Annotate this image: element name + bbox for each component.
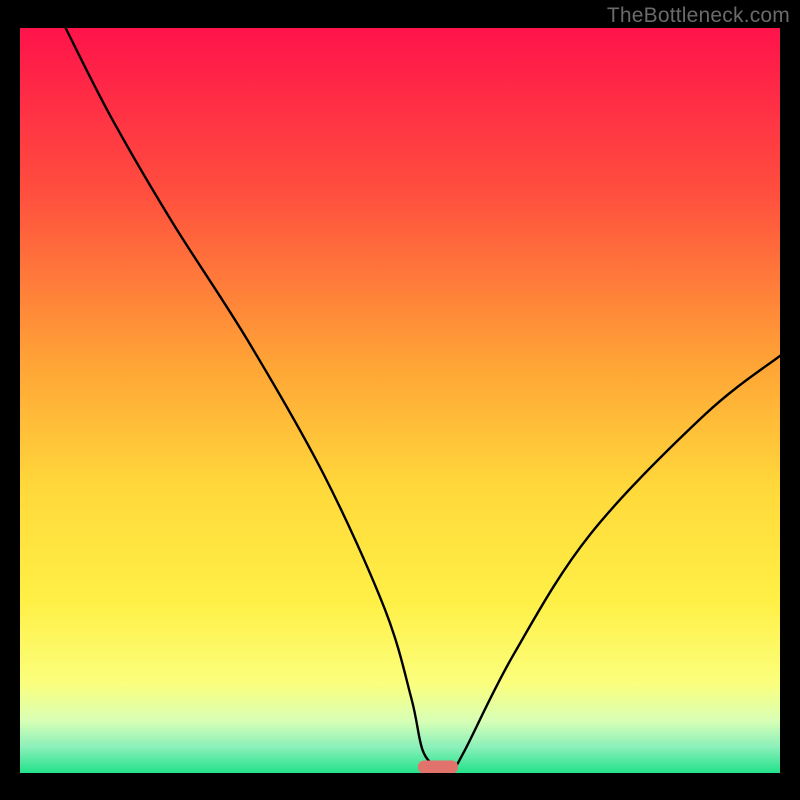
plot-svg [20, 28, 780, 773]
bottleneck-plot [20, 28, 780, 773]
plot-background [20, 28, 780, 773]
ideal-marker [418, 761, 458, 773]
watermark-label: TheBottleneck.com [607, 4, 790, 28]
chart-frame: TheBottleneck.com [0, 0, 800, 800]
